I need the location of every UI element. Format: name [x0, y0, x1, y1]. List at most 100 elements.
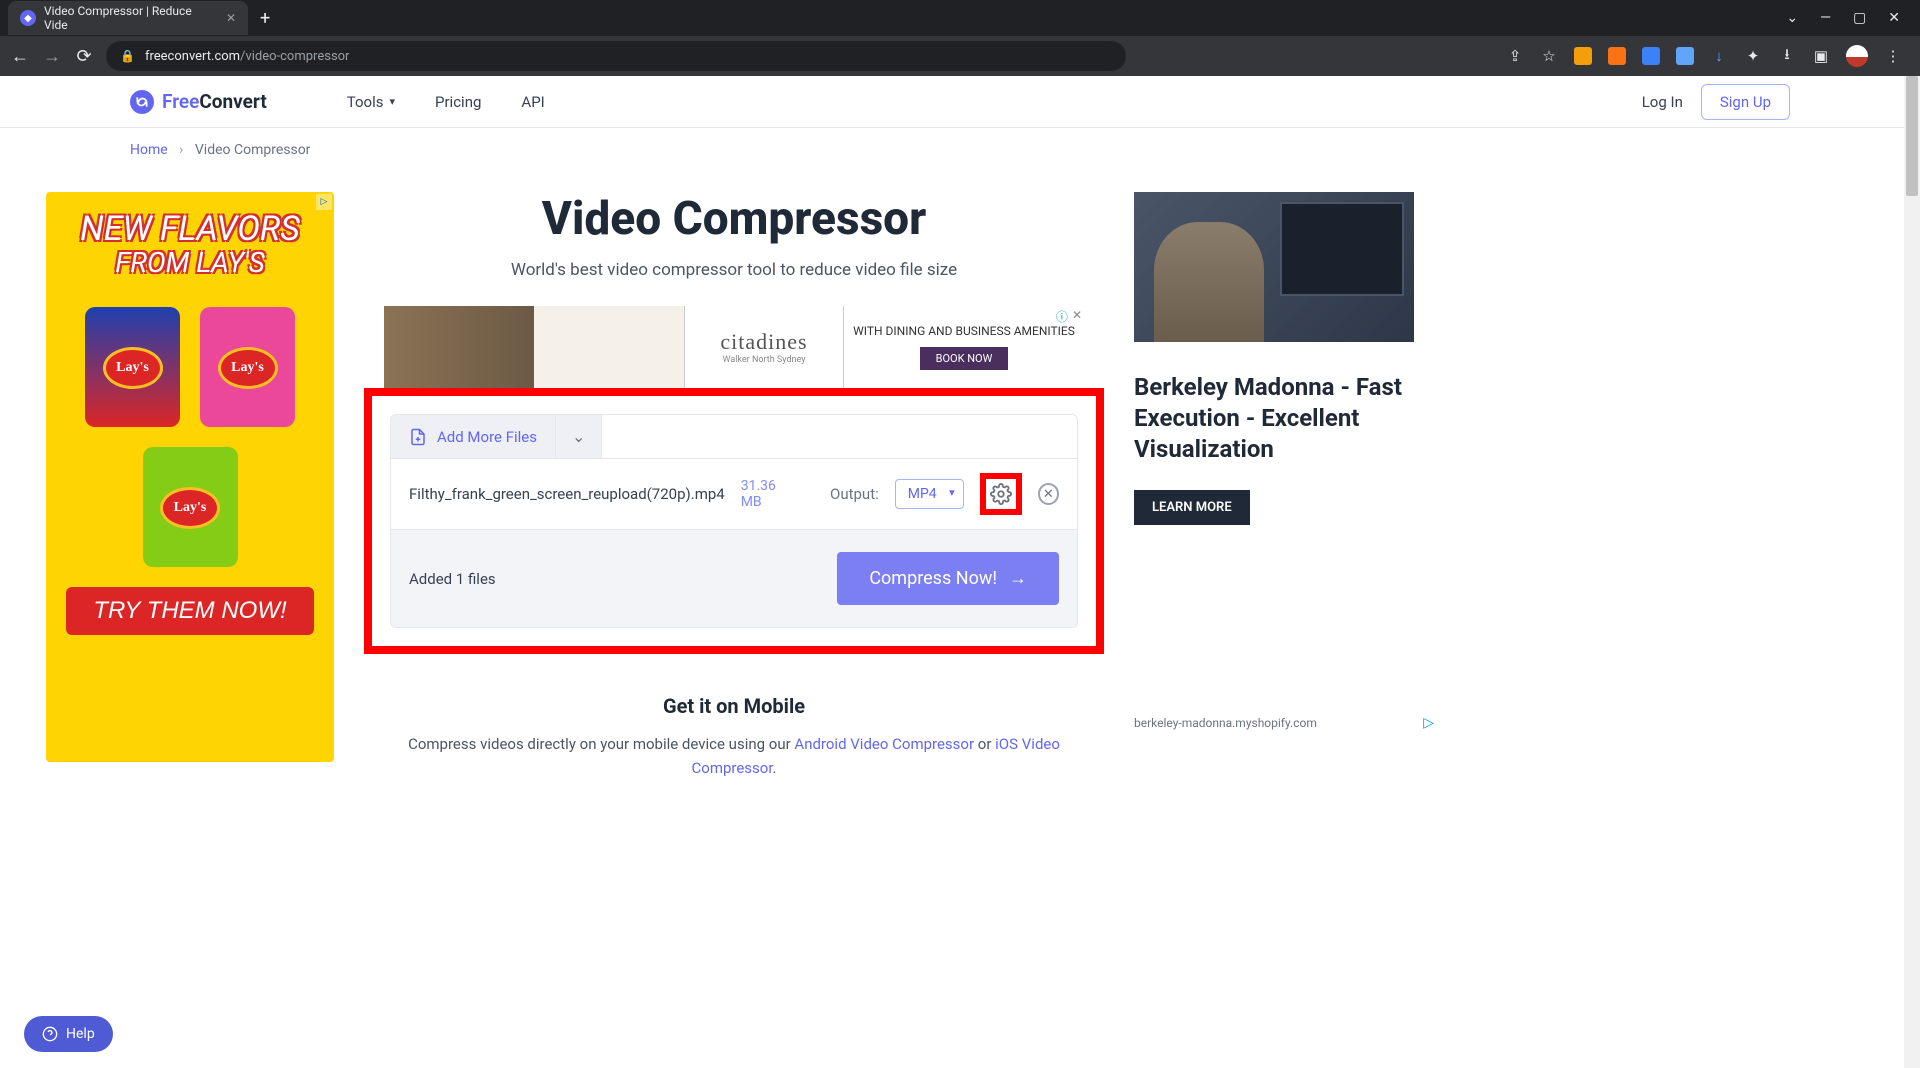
- adchoices-icon[interactable]: ▷: [1423, 715, 1434, 731]
- chevron-down-icon[interactable]: ⌄: [1786, 10, 1798, 26]
- minimize-icon[interactable]: —: [1820, 10, 1831, 26]
- help-widget[interactable]: Help: [24, 1016, 113, 1052]
- extension-icon[interactable]: [1676, 47, 1694, 65]
- help-icon: [42, 1026, 58, 1042]
- file-row: Filthy_frank_green_screen_reupload(720p)…: [391, 458, 1077, 529]
- tab-title: Video Compressor | Reduce Vide: [44, 4, 218, 32]
- chevron-down-icon: ▾: [389, 95, 395, 108]
- right-ad-title: Berkeley Madonna - Fast Execution - Exce…: [1134, 372, 1434, 466]
- arrow-right-icon: →: [1009, 568, 1027, 589]
- file-upload-card: Add More Files ⌄ Filthy_frank_green_scre…: [390, 414, 1078, 628]
- right-ad-image[interactable]: [1134, 192, 1414, 342]
- site-header: FreeConvert Tools ▾ Pricing API Log In S…: [0, 76, 1920, 128]
- url-text: freeconvert.com/video-compressor: [145, 49, 350, 64]
- bookmark-star-icon[interactable]: ☆: [1540, 47, 1558, 65]
- output-label: Output:: [830, 485, 879, 503]
- browser-tab[interactable]: ◆ Video Compressor | Reduce Vide ✕: [8, 1, 248, 35]
- window-controls: ⌄ — ▢ ✕: [1786, 10, 1912, 26]
- highlight-annotation: [980, 473, 1022, 515]
- ad-chip: Lay's: [200, 307, 295, 427]
- new-tab-button[interactable]: +: [248, 8, 282, 29]
- right-ad-domain: berkeley-madonna.myshopify.com ▷: [1134, 715, 1434, 731]
- extensions-puzzle-icon[interactable]: ✦: [1744, 47, 1762, 65]
- adchoices-icon[interactable]: ▷: [316, 194, 332, 210]
- help-label: Help: [66, 1026, 95, 1042]
- downloads-icon[interactable]: ⭳: [1778, 47, 1796, 65]
- file-size: 31.36 MB: [741, 478, 798, 510]
- forward-button[interactable]: →: [42, 46, 62, 67]
- reload-button[interactable]: ⟳: [74, 46, 94, 67]
- chevron-right-icon: ›: [179, 142, 183, 158]
- file-plus-icon: [409, 428, 427, 446]
- inline-ad-banner[interactable]: citadines Walker North Sydney WITH DININ…: [384, 306, 1084, 388]
- devices-icon[interactable]: ▣: [1812, 47, 1830, 65]
- nav-tools[interactable]: Tools ▾: [347, 93, 395, 111]
- add-more-dropdown[interactable]: ⌄: [556, 415, 602, 458]
- page-title: Video Compressor: [364, 192, 1104, 246]
- remove-file-button[interactable]: ✕: [1038, 483, 1059, 505]
- breadcrumb: Home › Video Compressor: [0, 128, 1920, 172]
- right-ad-column: Berkeley Madonna - Fast Execution - Exce…: [1134, 192, 1434, 780]
- compress-now-button[interactable]: Compress Now! →: [837, 552, 1059, 605]
- ad-cta-button[interactable]: TRY THEM NOW!: [66, 587, 314, 635]
- close-window-icon[interactable]: ✕: [1888, 10, 1900, 26]
- highlight-annotation: Add More Files ⌄ Filthy_frank_green_scre…: [364, 388, 1104, 654]
- breadcrumb-home[interactable]: Home: [130, 142, 168, 158]
- nav-pricing[interactable]: Pricing: [435, 93, 481, 111]
- left-ad-banner[interactable]: ▷ NEW FLAVORS FROM LAY'S Lay's Lay's Lay…: [46, 192, 334, 762]
- share-icon[interactable]: ⇪: [1506, 47, 1524, 65]
- adchoices-icon[interactable]: ⓘ: [1056, 308, 1068, 325]
- mobile-section: Get it on Mobile Compress videos directl…: [364, 694, 1104, 780]
- learn-more-button[interactable]: LEARN MORE: [1134, 490, 1250, 525]
- brand-logo[interactable]: FreeConvert: [130, 90, 267, 114]
- mobile-text: Compress videos directly on your mobile …: [394, 732, 1074, 780]
- android-link[interactable]: Android Video Compressor: [794, 735, 974, 753]
- ad-book-button[interactable]: BOOK NOW: [920, 347, 1009, 370]
- extension-icon[interactable]: [1574, 47, 1592, 65]
- action-row: Added 1 files Compress Now! →: [391, 529, 1077, 627]
- output-format-select[interactable]: MP4: [895, 479, 964, 509]
- tab-bar: ◆ Video Compressor | Reduce Vide ✕ + ⌄ —…: [0, 0, 1920, 36]
- close-ad-icon[interactable]: ✕: [1072, 308, 1082, 325]
- back-button[interactable]: ←: [10, 46, 30, 67]
- ad-chip: Lay's: [85, 307, 180, 427]
- url-bar[interactable]: 🔒 freeconvert.com/video-compressor: [106, 41, 1126, 71]
- menu-dots-icon[interactable]: ⋮: [1884, 47, 1902, 65]
- extension-icon[interactable]: [1608, 47, 1626, 65]
- tab-close-icon[interactable]: ✕: [226, 11, 236, 25]
- scrollbar-thumb[interactable]: [1906, 76, 1918, 196]
- logo-icon: [130, 90, 154, 114]
- signup-button[interactable]: Sign Up: [1701, 84, 1790, 120]
- file-name: Filthy_frank_green_screen_reupload(720p)…: [409, 485, 725, 503]
- add-more-files-button[interactable]: Add More Files: [391, 415, 556, 458]
- extension-icon[interactable]: [1642, 47, 1660, 65]
- browser-chrome: ◆ Video Compressor | Reduce Vide ✕ + ⌄ —…: [0, 0, 1920, 76]
- login-button[interactable]: Log In: [1642, 93, 1683, 111]
- mobile-title: Get it on Mobile: [384, 694, 1084, 718]
- ad-tagline: Walker North Sydney: [723, 355, 806, 365]
- page-viewport: FreeConvert Tools ▾ Pricing API Log In S…: [0, 76, 1920, 1068]
- breadcrumb-current: Video Compressor: [195, 142, 311, 158]
- added-files-count: Added 1 files: [409, 570, 496, 588]
- maximize-icon[interactable]: ▢: [1853, 10, 1866, 26]
- left-ad-column: ▷ NEW FLAVORS FROM LAY'S Lay's Lay's Lay…: [46, 192, 334, 780]
- brand-free: Free: [162, 90, 199, 113]
- compress-label: Compress Now!: [869, 568, 997, 589]
- chevron-down-icon: ⌄: [572, 427, 585, 446]
- settings-gear-icon[interactable]: [990, 483, 1012, 505]
- ad-chip: Lay's: [143, 447, 238, 567]
- brand-convert: Convert: [199, 90, 266, 113]
- lock-icon: 🔒: [120, 49, 135, 63]
- nav-api[interactable]: API: [521, 93, 544, 111]
- browser-toolbar: ← → ⟳ 🔒 freeconvert.com/video-compressor…: [0, 36, 1920, 76]
- profile-avatar[interactable]: [1846, 45, 1868, 67]
- ad-image: [384, 306, 684, 388]
- ad-brand: citadines: [720, 329, 807, 355]
- main-content: Video Compressor World's best video comp…: [364, 192, 1104, 780]
- ad-text: WITH DINING AND BUSINESS AMENITIES: [853, 324, 1075, 340]
- favicon-icon: ◆: [20, 10, 36, 26]
- scrollbar[interactable]: [1904, 76, 1920, 1068]
- page-subtitle: World's best video compressor tool to re…: [364, 260, 1104, 280]
- ad-headline: NEW FLAVORS FROM LAY'S: [66, 212, 314, 277]
- download-arrow-icon[interactable]: ↓: [1710, 47, 1728, 65]
